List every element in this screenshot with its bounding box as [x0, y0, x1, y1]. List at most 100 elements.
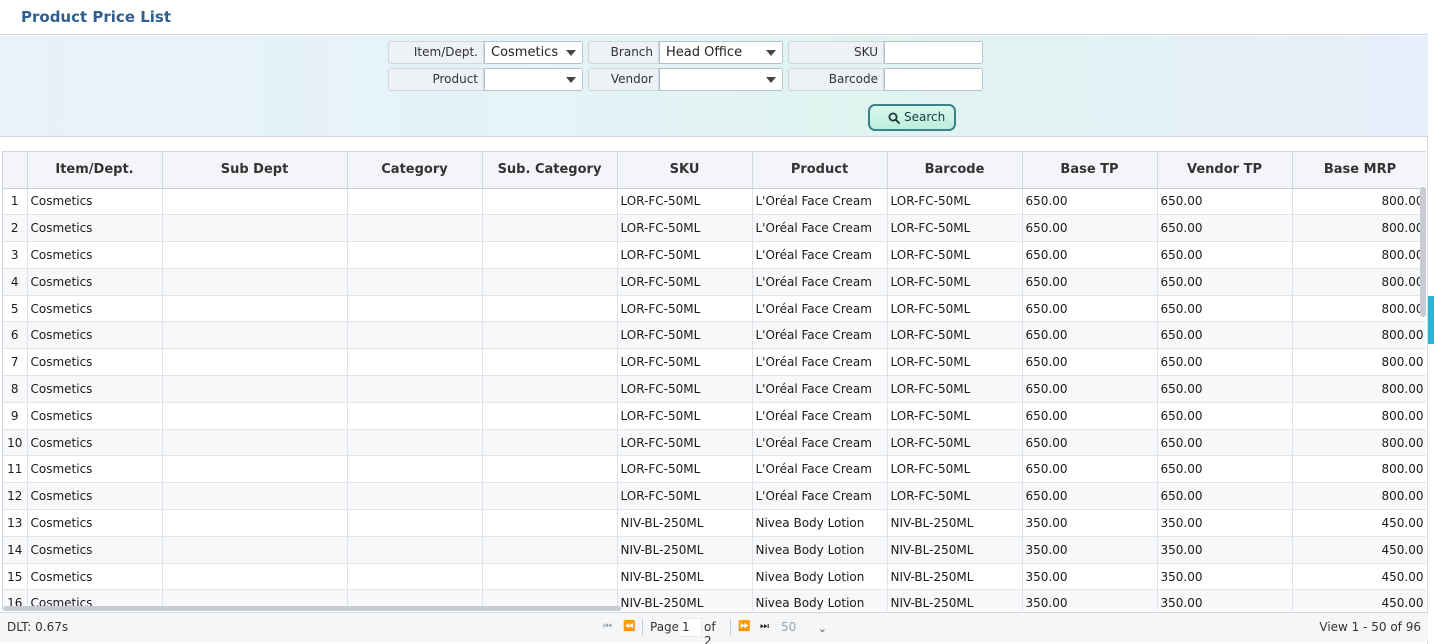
column-header-category[interactable]: Category [347, 152, 483, 189]
cell-rownum: 7 [3, 348, 28, 377]
table-row[interactable]: 1 Cosmetics LOR-FC-50ML L'Oréal Face Cream L… [3, 188, 1426, 216]
cell-product: L'Oréal Face Cream [752, 348, 888, 377]
column-header-product[interactable]: Product [752, 152, 888, 189]
cell-vendor-tp: 650.00 [1157, 348, 1293, 377]
cell-sub-dept [162, 455, 348, 484]
cell-sub-category [482, 188, 618, 216]
table-row[interactable]: 4 Cosmetics LOR-FC-50ML L'Oréal Face Cream L… [3, 268, 1426, 296]
barcode-label: Barcode [788, 68, 884, 91]
cell-item-dept: Cosmetics [27, 402, 163, 430]
cell-vendor-tp: 350.00 [1157, 589, 1293, 610]
search-button-label: Search [904, 110, 946, 124]
table-row[interactable]: 14 Cosmetics NIV-BL-250ML Nivea Body Lotion… [3, 536, 1426, 564]
last-page-icon[interactable]: ⏭ [760, 621, 769, 632]
column-header-base-tp[interactable]: Base TP [1022, 152, 1158, 189]
column-header-vendor-tp[interactable]: Vendor TP [1157, 152, 1293, 189]
cell-category [347, 295, 483, 323]
first-page-icon[interactable]: ⏮ [603, 621, 612, 632]
cell-vendor-tp: 650.00 [1157, 402, 1293, 430]
cell-category [347, 536, 483, 564]
cell-base-tp: 650.00 [1022, 268, 1158, 296]
cell-category [347, 348, 483, 377]
table-row[interactable]: 6 Cosmetics LOR-FC-50ML L'Oréal Face Cream L… [3, 321, 1426, 350]
cell-rownum: 13 [3, 509, 28, 537]
cell-base-mrp: 450.00 [1292, 589, 1426, 610]
vendor-select[interactable] [659, 68, 783, 91]
column-header-sub-dept[interactable]: Sub Dept [162, 152, 348, 189]
cell-barcode: LOR-FC-50ML [887, 295, 1023, 323]
table-row[interactable]: 9 Cosmetics LOR-FC-50ML L'Oréal Face Cream L… [3, 402, 1426, 430]
sku-label: SKU [788, 41, 884, 64]
load-time-text: DLT: 0.67s [7, 620, 69, 634]
cell-vendor-tp: 650.00 [1157, 375, 1293, 403]
cell-rownum: 11 [3, 455, 28, 484]
cell-base-mrp: 800.00 [1292, 455, 1426, 484]
cell-sku: NIV-BL-250ML [617, 536, 753, 564]
cell-sub-dept [162, 188, 348, 216]
cell-sku: LOR-FC-50ML [617, 214, 753, 243]
cell-sub-dept [162, 348, 348, 377]
column-header-base-mrp[interactable]: Base MRP [1292, 152, 1426, 189]
cell-product: L'Oréal Face Cream [752, 188, 888, 216]
cell-vendor-tp: 650.00 [1157, 241, 1293, 269]
barcode-input[interactable] [884, 68, 983, 91]
cell-sku: LOR-FC-50ML [617, 321, 753, 350]
column-header-sub-category[interactable]: Sub. Category [482, 152, 618, 189]
cell-category [347, 429, 483, 457]
cell-category [347, 241, 483, 269]
cell-barcode: NIV-BL-250ML [887, 509, 1023, 537]
table-row[interactable]: 5 Cosmetics LOR-FC-50ML L'Oréal Face Cream L… [3, 295, 1426, 323]
cell-category [347, 509, 483, 537]
cell-base-tp: 650.00 [1022, 429, 1158, 457]
cell-base-tp: 650.00 [1022, 321, 1158, 350]
cell-category [347, 455, 483, 484]
cell-base-mrp: 450.00 [1292, 563, 1426, 591]
page-number-input[interactable]: 1 [678, 618, 702, 637]
prev-page-icon[interactable]: ⏪ [623, 621, 635, 632]
cell-category [347, 375, 483, 403]
table-row[interactable]: 15 Cosmetics NIV-BL-250ML Nivea Body Lotion… [3, 563, 1426, 591]
table-row[interactable]: 3 Cosmetics LOR-FC-50ML L'Oréal Face Cream L… [3, 241, 1426, 269]
cell-item-dept: Cosmetics [27, 188, 163, 216]
table-row[interactable]: 10 Cosmetics LOR-FC-50ML L'Oréal Face Cream… [3, 429, 1426, 457]
cell-vendor-tp: 350.00 [1157, 536, 1293, 564]
column-header-item-dept[interactable]: Item/Dept. [27, 152, 163, 189]
table-row[interactable]: 11 Cosmetics LOR-FC-50ML L'Oréal Face Cream… [3, 455, 1426, 484]
cell-item-dept: Cosmetics [27, 321, 163, 350]
cell-rownum: 9 [3, 402, 28, 430]
cell-product: L'Oréal Face Cream [752, 241, 888, 269]
table-row[interactable]: 13 Cosmetics NIV-BL-250ML Nivea Body Lotion… [3, 509, 1426, 537]
table-row[interactable]: 2 Cosmetics LOR-FC-50ML L'Oréal Face Cream L… [3, 214, 1426, 243]
branch-select[interactable]: Head Office [659, 41, 783, 64]
cell-vendor-tp: 650.00 [1157, 268, 1293, 296]
cell-base-tp: 650.00 [1022, 455, 1158, 484]
table-row[interactable]: 12 Cosmetics LOR-FC-50ML L'Oréal Face Cream… [3, 482, 1426, 511]
chevron-down-icon: ⌄ [817, 622, 827, 635]
item-dept-select[interactable]: Cosmetics [484, 41, 583, 64]
product-select[interactable] [484, 68, 583, 91]
column-header-barcode[interactable]: Barcode [887, 152, 1023, 189]
cell-base-tp: 350.00 [1022, 509, 1158, 537]
cell-sku: LOR-FC-50ML [617, 188, 753, 216]
cell-vendor-tp: 650.00 [1157, 429, 1293, 457]
cell-category [347, 402, 483, 430]
cell-category [347, 563, 483, 591]
title-bar: Product Price List [0, 0, 1428, 35]
sku-input[interactable] [884, 41, 983, 64]
cell-sub-category [482, 536, 618, 564]
cell-product: L'Oréal Face Cream [752, 482, 888, 511]
cell-item-dept: Cosmetics [27, 348, 163, 377]
cell-sku: LOR-FC-50ML [617, 429, 753, 457]
cell-item-dept: Cosmetics [27, 268, 163, 296]
table-row[interactable]: 7 Cosmetics LOR-FC-50ML L'Oréal Face Cream L… [3, 348, 1426, 377]
next-page-icon[interactable]: ⏩ [738, 621, 750, 632]
chevron-down-icon [766, 50, 776, 56]
vertical-scrollbar[interactable] [1420, 187, 1426, 317]
table-row[interactable]: 8 Cosmetics LOR-FC-50ML L'Oréal Face Cream L… [3, 375, 1426, 403]
column-header-sku[interactable]: SKU [617, 152, 753, 189]
cell-item-dept: Cosmetics [27, 509, 163, 537]
search-button[interactable]: Search [868, 104, 956, 131]
page-size-select[interactable]: 50 ⌄ [777, 618, 831, 638]
horizontal-scrollbar[interactable] [3, 606, 621, 611]
side-panel-tab[interactable] [1428, 296, 1434, 344]
